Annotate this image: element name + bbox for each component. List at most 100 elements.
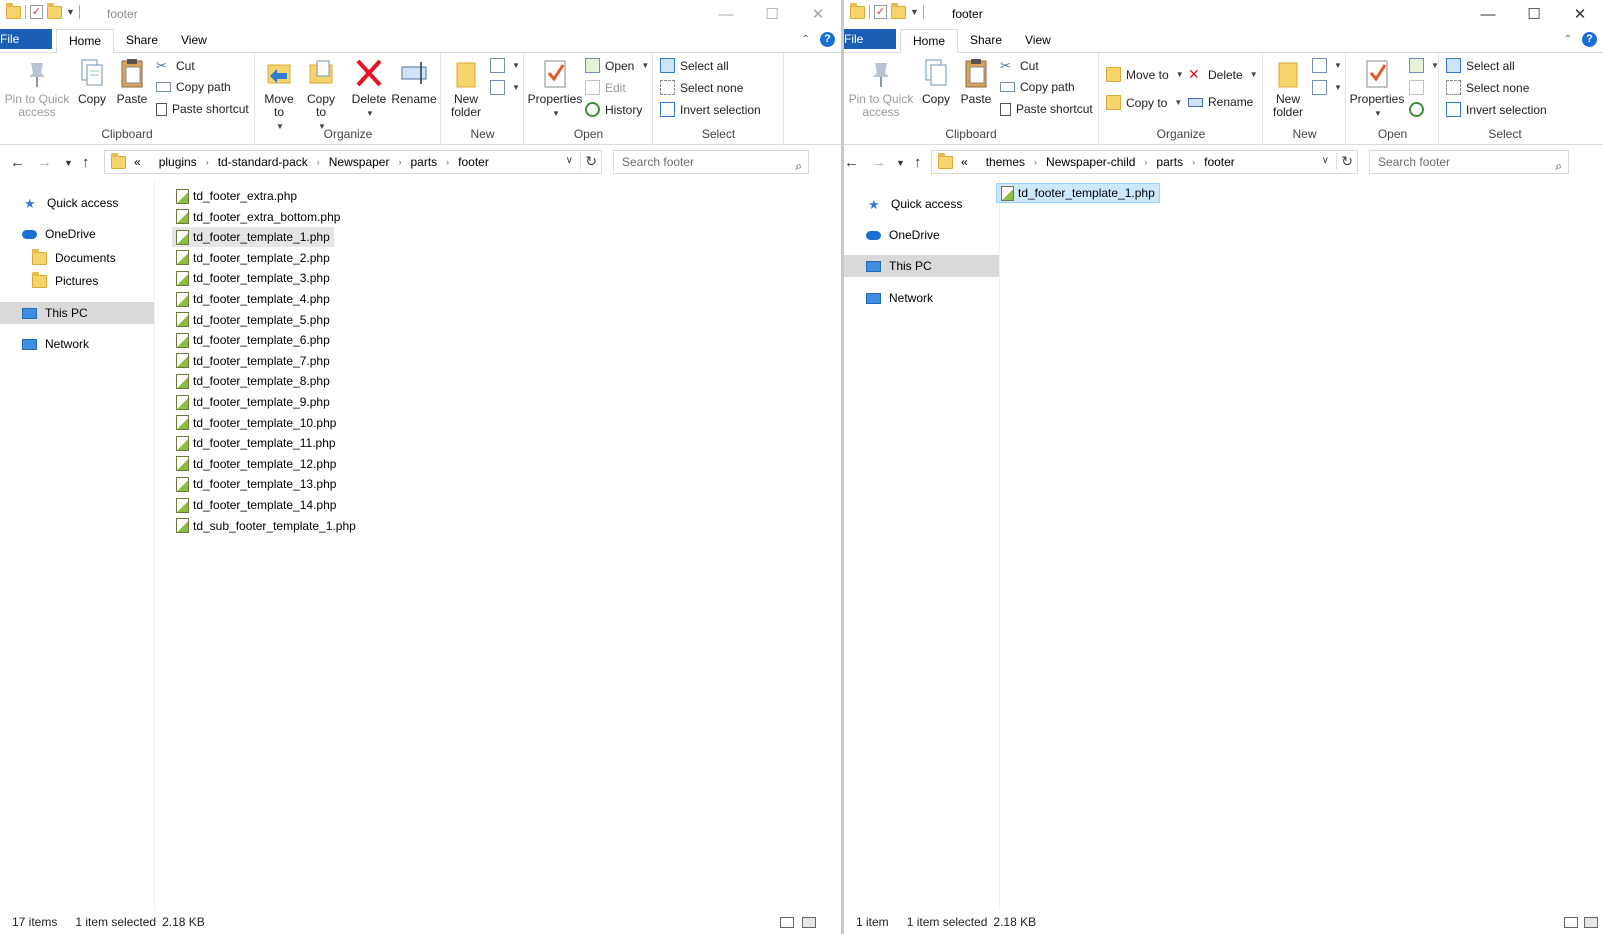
file-item[interactable]: td_footer_template_14.php	[172, 495, 340, 515]
copy-path-button[interactable]: Copy path	[1000, 80, 1075, 94]
open-button[interactable]: Open ▼	[585, 58, 649, 73]
file-item[interactable]: td_footer_template_3.php	[172, 268, 334, 288]
file-item[interactable]: td_footer_template_1.php	[172, 227, 334, 248]
history-button[interactable]	[1409, 102, 1424, 117]
nav-quick-access[interactable]: ★ Quick access	[24, 192, 118, 214]
back-arrow-icon[interactable]: ←	[844, 154, 859, 171]
file-item[interactable]: td_footer_extra_bottom.php	[172, 207, 344, 227]
tab-view[interactable]: View	[1013, 29, 1063, 53]
new-item-button[interactable]: ▼	[1312, 58, 1342, 73]
address-dropdown-icon[interactable]: ∨	[566, 155, 573, 166]
tab-share[interactable]: Share	[958, 29, 1014, 53]
minimize-ribbon-icon[interactable]: ⌃	[802, 34, 810, 45]
copy-button[interactable]: Copy	[74, 57, 110, 106]
new-folder-button[interactable]: New folder	[1268, 57, 1308, 119]
nav-quick-access[interactable]: ★ Quick access	[868, 193, 962, 215]
file-item[interactable]: td_footer_template_12.php	[172, 454, 340, 474]
tab-file[interactable]: File	[0, 29, 52, 49]
chevron-right-icon[interactable]: ›	[206, 157, 209, 167]
help-icon[interactable]: ?	[1582, 32, 1597, 47]
paste-button[interactable]: Paste	[958, 57, 994, 106]
invert-selection-button[interactable]: Invert selection	[660, 102, 761, 117]
rename-button[interactable]: Rename	[1188, 95, 1253, 109]
large-icons-view-icon[interactable]	[1584, 917, 1598, 928]
properties-button[interactable]: Properties ▼	[527, 57, 583, 120]
nav-documents[interactable]: Documents	[32, 247, 116, 269]
chevron-right-icon[interactable]: ›	[398, 157, 401, 167]
close-button[interactable]: ✕	[1557, 0, 1603, 28]
customize-toolbar-icon[interactable]: ▼	[910, 7, 919, 17]
chevron-right-icon[interactable]: ›	[1192, 157, 1195, 167]
properties-check-icon[interactable]: ✓	[30, 5, 43, 19]
recent-locations-icon[interactable]: ▼	[64, 158, 73, 168]
breadcrumb-item[interactable]: plugins	[159, 155, 197, 169]
breadcrumb-item[interactable]: parts	[1156, 155, 1183, 169]
file-item[interactable]: td_footer_template_9.php	[172, 392, 334, 412]
paste-shortcut-button[interactable]: Paste shortcut	[156, 102, 249, 116]
nav-network[interactable]: Network	[866, 287, 933, 309]
select-all-button[interactable]: Select all	[660, 58, 729, 73]
chevron-right-icon[interactable]: ›	[317, 157, 320, 167]
edit-button[interactable]	[1409, 80, 1424, 95]
copy-path-button[interactable]: Copy path	[156, 80, 231, 94]
search-input[interactable]: Search footer ⌕	[613, 150, 809, 174]
refresh-icon[interactable]: ↻	[1336, 153, 1353, 170]
breadcrumb-item[interactable]: themes	[986, 155, 1025, 169]
easy-access-button[interactable]: ▼	[490, 80, 520, 95]
breadcrumb-item[interactable]: footer	[458, 155, 489, 169]
move-to-button[interactable]: Move to ▼	[1106, 67, 1184, 82]
history-button[interactable]: History	[585, 102, 642, 117]
minimize-ribbon-icon[interactable]: ⌃	[1564, 34, 1572, 45]
file-item[interactable]: td_footer_template_5.php	[172, 310, 334, 330]
maximize-button[interactable]: ☐	[749, 0, 795, 28]
cut-button[interactable]: ✂ Cut	[156, 58, 195, 73]
properties-check-icon[interactable]: ✓	[874, 5, 887, 19]
delete-button[interactable]: Delete ▼	[348, 57, 390, 120]
select-none-button[interactable]: Select none	[1446, 80, 1529, 95]
breadcrumb-overflow[interactable]: «	[961, 155, 968, 169]
breadcrumb-overflow[interactable]: «	[134, 155, 141, 169]
forward-arrow-icon[interactable]: →	[37, 154, 52, 171]
breadcrumb-item[interactable]: Newspaper	[329, 155, 390, 169]
close-button[interactable]: ✕	[795, 0, 841, 28]
breadcrumb-item[interactable]: td-standard-pack	[218, 155, 308, 169]
file-item[interactable]: td_footer_extra.php	[172, 186, 301, 206]
back-arrow-icon[interactable]: ←	[10, 154, 25, 171]
tab-home[interactable]: Home	[56, 29, 115, 54]
easy-access-button[interactable]: ▼	[1312, 80, 1342, 95]
new-folder-icon[interactable]	[47, 2, 62, 19]
nav-network[interactable]: Network	[22, 333, 89, 355]
paste-button[interactable]: Paste	[114, 57, 150, 106]
invert-selection-button[interactable]: Invert selection	[1446, 102, 1547, 117]
up-arrow-icon[interactable]: ↑	[914, 154, 922, 171]
edit-button[interactable]: Edit	[585, 80, 626, 95]
file-item[interactable]: td_footer_template_6.php	[172, 330, 334, 350]
file-item[interactable]: td_footer_template_2.php	[172, 248, 334, 268]
chevron-right-icon[interactable]: ›	[1144, 157, 1147, 167]
file-item[interactable]: td_footer_template_10.php	[172, 413, 340, 433]
new-folder-button[interactable]: New folder	[446, 57, 486, 119]
move-to-button[interactable]: Move to ▼	[260, 57, 298, 133]
open-button[interactable]: ▼	[1409, 58, 1439, 73]
file-item[interactable]: td_footer_template_4.php	[172, 289, 334, 309]
properties-button[interactable]: Properties ▼	[1349, 57, 1405, 120]
large-icons-view-icon[interactable]	[802, 917, 816, 928]
search-input[interactable]: Search footer ⌕	[1369, 150, 1569, 174]
copy-to-button[interactable]: Copy to ▼	[1106, 95, 1182, 110]
chevron-right-icon[interactable]: ›	[446, 157, 449, 167]
pin-quick-access-button[interactable]: Pin to Quick access	[848, 57, 914, 119]
copy-button[interactable]: Copy	[918, 57, 954, 106]
select-all-button[interactable]: Select all	[1446, 58, 1515, 73]
copy-to-button[interactable]: Copy to ▼	[302, 57, 340, 133]
file-item[interactable]: td_footer_template_11.php	[172, 433, 340, 453]
address-bar[interactable]: « plugins › td-standard-pack › Newspaper › …	[104, 150, 602, 174]
maximize-button[interactable]: ☐	[1511, 0, 1557, 28]
address-bar[interactable]: « themes › Newspaper-child › parts › footer…	[931, 150, 1358, 174]
minimize-button[interactable]: —	[703, 0, 749, 28]
breadcrumb-item[interactable]: parts	[410, 155, 437, 169]
help-icon[interactable]: ?	[820, 32, 835, 47]
nav-this-pc[interactable]: This PC	[0, 302, 154, 324]
file-item[interactable]: td_sub_footer_template_1.php	[172, 516, 360, 536]
up-arrow-icon[interactable]: ↑	[82, 154, 90, 171]
cut-button[interactable]: ✂ Cut	[1000, 58, 1039, 73]
